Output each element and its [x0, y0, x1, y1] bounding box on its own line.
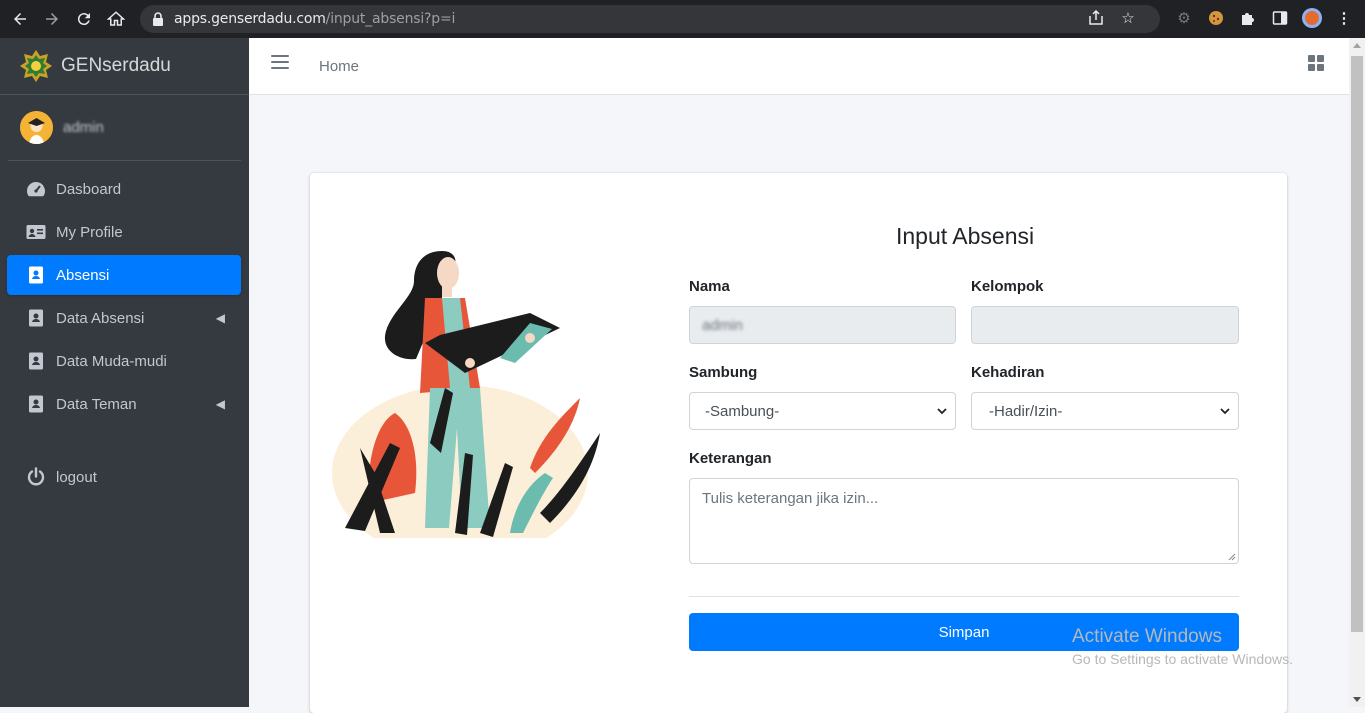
user-panel[interactable]: admin: [8, 95, 241, 161]
profile-avatar-icon[interactable]: [1301, 7, 1323, 29]
nama-field[interactable]: admin: [689, 306, 956, 344]
keterangan-textarea[interactable]: Tulis keterangan jika izin...: [689, 478, 1239, 564]
contact-book-icon: [25, 265, 47, 285]
url-host: apps.genserdadu.com: [174, 11, 326, 27]
user-avatar: [20, 111, 53, 144]
sambung-select[interactable]: -Sambung-: [689, 392, 956, 430]
form-divider: [689, 596, 1239, 597]
lock-icon: [153, 12, 163, 26]
sidebar-item-data-absensi[interactable]: Data Absensi ◀: [7, 298, 241, 338]
page-scrollbar[interactable]: [1349, 38, 1365, 707]
grid-apps-icon[interactable]: [1308, 55, 1324, 71]
keterangan-placeholder: Tulis keterangan jika izin...: [702, 490, 879, 507]
kehadiran-select[interactable]: -Hadir/Izin-: [971, 392, 1239, 430]
sidebar-item-label: Dasboard: [56, 180, 122, 198]
url-path: /input_absensi?p=i: [325, 11, 456, 27]
puzzle-icon[interactable]: [1237, 7, 1259, 29]
sidebar-item-label: Data Muda-mudi: [56, 352, 167, 370]
side-panel-icon[interactable]: [1269, 7, 1291, 29]
sidebar: GENserdadu admin Dasboard My Profile Abs…: [0, 38, 249, 707]
woman-with-laptop-illustration: [332, 251, 600, 538]
contact-book-icon: [25, 394, 47, 414]
home-icon[interactable]: [100, 3, 132, 35]
sidebar-item-logout[interactable]: logout: [7, 457, 241, 497]
form-title: Input Absensi: [896, 223, 1035, 249]
sidebar-item-dasboard[interactable]: Dasboard: [7, 169, 241, 209]
forward-icon[interactable]: [36, 3, 68, 35]
sidebar-menu: Dasboard My Profile Absensi Data Absensi…: [0, 161, 249, 497]
watermark-subtitle: Go to Settings to activate Windows.: [1072, 651, 1293, 667]
extension-cookie-icon[interactable]: [1205, 7, 1227, 29]
extension-gear-icon[interactable]: ⚙: [1173, 7, 1195, 29]
sidebar-item-my-profile[interactable]: My Profile: [7, 212, 241, 252]
sidebar-item-absensi[interactable]: Absensi: [7, 255, 241, 295]
contact-book-icon: [25, 351, 47, 371]
sidebar-item-label: Data Absensi: [56, 309, 145, 327]
sambung-selected: -Sambung-: [705, 402, 780, 420]
dashboard-icon: [25, 179, 47, 199]
browser-toolbar: apps.genserdadu.com/input_absensi?p=i ☆ …: [0, 0, 1365, 38]
address-bar[interactable]: apps.genserdadu.com/input_absensi?p=i: [140, 5, 1160, 33]
url-text: apps.genserdadu.com/input_absensi?p=i: [174, 11, 455, 27]
chevron-down-icon: [1220, 408, 1230, 415]
sidebar-item-data-teman[interactable]: Data Teman ◀: [7, 384, 241, 424]
share-icon[interactable]: [1085, 7, 1107, 29]
windows-activation-watermark: Activate Windows Go to Settings to activ…: [1072, 626, 1293, 667]
kehadiran-label: Kehadiran: [971, 364, 1045, 381]
nama-label: Nama: [689, 278, 730, 295]
nama-value: admin: [702, 316, 743, 334]
watermark-title: Activate Windows: [1072, 626, 1222, 647]
sidebar-item-label: My Profile: [56, 223, 123, 241]
top-navbar: Home: [249, 38, 1349, 95]
kelompok-label: Kelompok: [971, 278, 1044, 295]
chevron-left-icon: ◀: [215, 311, 225, 325]
back-icon[interactable]: [4, 3, 36, 35]
brand-link[interactable]: GENserdadu: [0, 38, 249, 95]
star-icon[interactable]: ☆: [1117, 7, 1139, 29]
kelompok-field[interactable]: [971, 306, 1239, 344]
user-name: admin: [63, 119, 104, 136]
brand-text: GENserdadu: [61, 55, 171, 76]
sidebar-item-label: logout: [56, 468, 97, 486]
scroll-down-arrow-icon[interactable]: [1353, 697, 1361, 702]
sidebar-item-data-muda-mudi[interactable]: Data Muda-mudi: [7, 341, 241, 381]
id-card-icon: [25, 222, 47, 242]
menu-kebab-icon[interactable]: ⋮: [1333, 7, 1355, 29]
brand-logo-icon: [20, 50, 52, 82]
sambung-label: Sambung: [689, 364, 758, 381]
chevron-left-icon: ◀: [215, 397, 225, 411]
power-icon: [25, 467, 47, 487]
hamburger-menu-icon[interactable]: [271, 55, 289, 69]
home-link[interactable]: Home: [319, 58, 359, 75]
kehadiran-selected: -Hadir/Izin-: [989, 402, 1063, 420]
sidebar-item-label: Absensi: [56, 266, 110, 284]
scrollbar-thumb[interactable]: [1351, 56, 1363, 632]
scroll-up-arrow-icon[interactable]: [1353, 43, 1361, 48]
keterangan-label: Keterangan: [689, 450, 772, 467]
reload-icon[interactable]: [68, 3, 100, 35]
resize-handle-icon[interactable]: [1228, 553, 1236, 561]
contact-book-icon: [25, 308, 47, 328]
sidebar-item-label: Data Teman: [56, 395, 137, 413]
chevron-down-icon: [937, 408, 947, 415]
